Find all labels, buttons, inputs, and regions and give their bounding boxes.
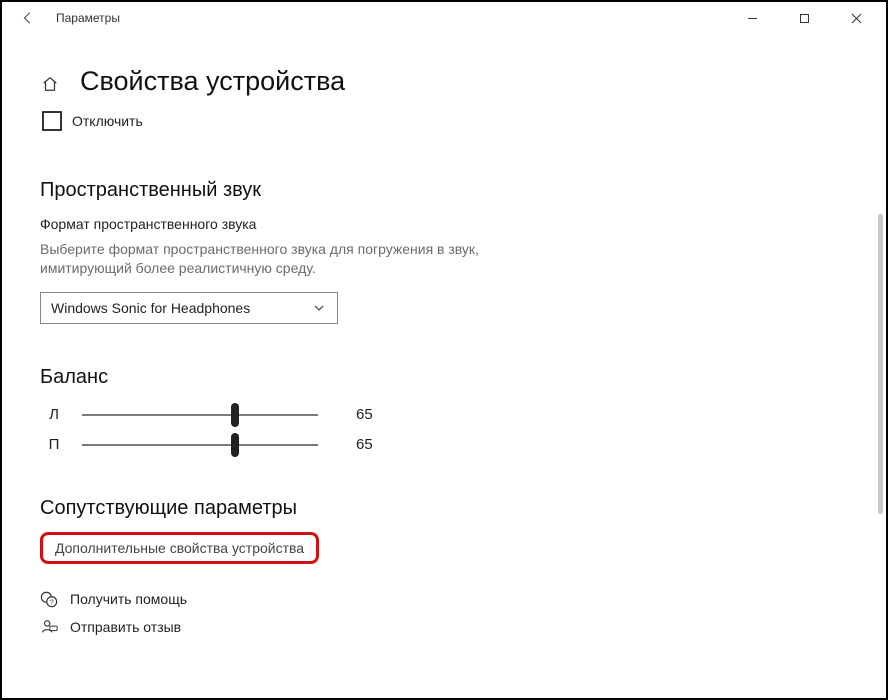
minimize-button[interactable]	[730, 4, 774, 32]
balance-right-label: П	[40, 436, 68, 453]
balance-left-row: Л 65	[40, 403, 886, 427]
spatial-format-label: Формат пространственного звука	[40, 216, 886, 232]
page-title: Свойства устройства	[80, 66, 345, 97]
back-button[interactable]	[18, 8, 38, 28]
related-heading: Сопутствующие параметры	[40, 497, 886, 520]
spatial-format-dropdown[interactable]: Windows Sonic for Headphones	[40, 292, 338, 324]
close-button[interactable]	[834, 4, 878, 32]
balance-left-value: 65	[356, 406, 396, 423]
balance-right-value: 65	[356, 436, 396, 453]
window-title: Параметры	[56, 11, 730, 25]
slider-track	[82, 414, 318, 416]
content-area: Свойства устройства Отключить Пространст…	[2, 34, 886, 698]
home-icon[interactable]	[40, 74, 60, 94]
balance-heading: Баланс	[40, 366, 886, 389]
disable-label: Отключить	[72, 113, 143, 129]
feedback-icon	[40, 618, 58, 636]
slider-thumb[interactable]	[231, 433, 239, 457]
scroll-area: Свойства устройства Отключить Пространст…	[2, 34, 886, 698]
page-header: Свойства устройства	[40, 66, 886, 97]
get-help-label: Получить помощь	[70, 591, 187, 607]
balance-left-label: Л	[40, 406, 68, 423]
send-feedback-link[interactable]: Отправить отзыв	[40, 618, 886, 636]
balance-left-slider[interactable]	[82, 403, 318, 427]
slider-track	[82, 444, 318, 446]
chevron-down-icon	[311, 300, 327, 316]
maximize-button[interactable]	[782, 4, 826, 32]
disable-checkbox[interactable]	[42, 111, 62, 131]
spatial-description: Выберите формат пространственного звука …	[40, 240, 560, 278]
slider-thumb[interactable]	[231, 403, 239, 427]
balance-section: Баланс Л 65 П 65	[40, 366, 886, 457]
disable-checkbox-row[interactable]: Отключить	[42, 111, 886, 131]
balance-right-row: П 65	[40, 433, 886, 457]
send-feedback-label: Отправить отзыв	[70, 619, 181, 635]
help-icon: ?	[40, 590, 58, 608]
balance-right-slider[interactable]	[82, 433, 318, 457]
additional-device-properties-link[interactable]: Дополнительные свойства устройства	[40, 532, 319, 564]
titlebar: Параметры	[2, 2, 886, 34]
get-help-link[interactable]: ? Получить помощь	[40, 590, 886, 608]
settings-window: Параметры Свойства устройства От	[0, 0, 888, 700]
spatial-heading: Пространственный звук	[40, 179, 886, 202]
dropdown-selected: Windows Sonic for Headphones	[51, 300, 311, 316]
scrollbar[interactable]	[878, 214, 883, 514]
window-buttons	[730, 4, 878, 32]
svg-text:?: ?	[50, 597, 54, 606]
